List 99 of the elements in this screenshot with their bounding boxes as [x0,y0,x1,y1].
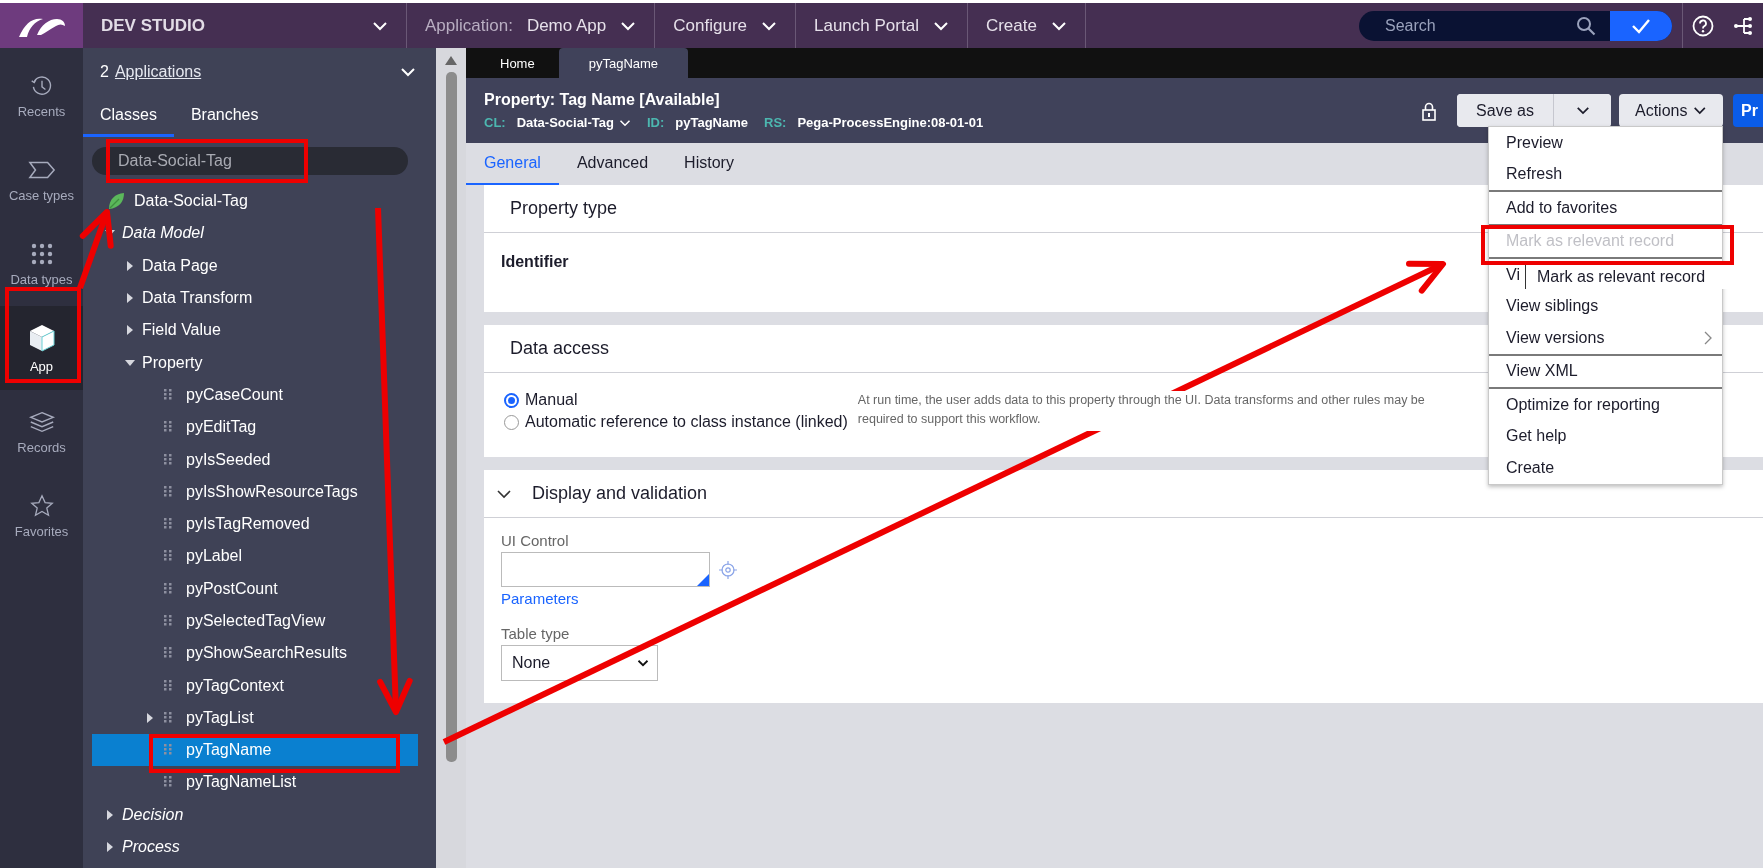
tree-item[interactable]: pyShowSearchResults [92,637,418,670]
rail-item[interactable]: Favorites [0,474,83,558]
meta-value: Pega-ProcessEngine:08-01-01 [797,115,984,130]
drag-handle-icon [164,743,172,758]
chevron-down-icon [761,20,777,31]
resize-corner-icon [697,574,709,586]
chevron-down-icon [1575,106,1590,115]
lock-icon [1421,100,1437,121]
explorer-tab[interactable]: Classes [83,95,174,137]
meta-value: Data-Social-Tag [516,115,631,130]
drag-handle-icon [164,387,172,402]
tree-item[interactable]: Field Value [92,314,418,347]
drag-handle-icon [164,484,172,499]
field-label: Table type [501,625,570,642]
input-field[interactable] [501,552,710,587]
menu-item[interactable]: Add to favorites [1489,192,1722,226]
scroll-up-icon[interactable] [443,54,459,66]
rail-item[interactable]: Records [0,390,83,474]
chevron-down-icon [932,20,949,31]
record-title: Property: Tag Name [Available] [484,91,721,109]
drag-handle-icon [164,710,172,725]
drag-handle-icon [164,646,172,661]
form-tab[interactable]: History [666,143,752,185]
tree-item[interactable]: Data Page [92,249,418,282]
drag-handle-icon [164,614,172,628]
actions-button[interactable]: Actions [1619,94,1723,127]
radio-label[interactable]: Automatic reference to class instance (linked) [525,413,848,431]
scrollbar-thumb[interactable] [445,72,457,762]
property-type-value: Identifier [501,253,569,270]
tree-item[interactable]: pyTagNameList [92,766,418,799]
menu-item[interactable]: Create [1489,452,1722,484]
rail-item[interactable]: Case types [0,138,83,222]
section-title: Display and validation [532,483,708,504]
field-label: UI Control [501,532,569,549]
tree-item[interactable]: pyPostCount [92,572,418,605]
meta-key: CL: [484,115,506,130]
search-go-button[interactable] [1610,10,1672,41]
chevron-down-icon [1693,106,1707,115]
class-field[interactable]: Data-Social-Tag [92,147,408,175]
drag-handle-icon [164,549,172,564]
check-icon [1631,17,1651,34]
drag-handle-icon [164,420,172,435]
tree-item[interactable]: pyLabel [92,540,418,573]
rail-item[interactable]: Recents [0,54,83,138]
menu-item[interactable]: View versions [1489,322,1722,356]
chevron-down-icon [618,118,631,127]
tree-item[interactable]: pyTagContext [92,669,418,702]
chevron-down-icon [637,659,649,667]
hierarchy-icon[interactable] [1732,14,1754,37]
applications-link[interactable]: Applications [114,62,202,81]
tree-item[interactable]: pyCaseCount [92,378,418,412]
document-tab[interactable]: Home [476,48,559,78]
drag-handle-icon [164,452,172,467]
search-field[interactable]: Search [1359,15,1576,36]
parameters-link[interactable]: Parameters [501,590,579,607]
table-type-select[interactable]: None [501,645,658,681]
tree-item[interactable]: pyEditTag [92,411,418,444]
radio-button[interactable] [504,414,519,430]
drag-handle-icon [164,517,172,532]
meta-key: ID: [646,115,665,130]
tree-item[interactable]: pyIsTagRemoved [92,507,418,541]
drag-handle-icon [164,581,172,596]
tree-item[interactable]: pyIsShowResourceTags [92,475,418,508]
meta-key: RS: [764,115,787,130]
explorer-tab[interactable]: Branches [173,95,276,137]
search-box[interactable]: Search [1359,10,1672,41]
radio-button[interactable] [504,392,519,408]
chevron-down-icon [620,20,637,31]
radio-label[interactable]: Manual [525,391,578,409]
menu-item[interactable]: Optimize for reporting [1489,389,1722,421]
tree-item[interactable]: Decision [92,798,418,831]
tree-item[interactable]: Data Transform [92,281,418,315]
tree-item[interactable]: pyTagList [92,701,418,735]
rail-item[interactable]: Data types [0,222,83,306]
drag-handle-icon [164,678,172,693]
meta-value: pyTagName [675,115,749,130]
tree-item[interactable]: pyIsSeeded [92,443,418,476]
menu-item[interactable]: View siblings [1489,290,1722,322]
layers-icon [27,409,56,434]
menu-item[interactable]: Get help [1489,420,1722,452]
drag-handle-icon [164,775,172,790]
tree-item[interactable]: Data-Social-Tag [92,185,418,218]
chevron-down-icon [400,66,416,77]
form-tab[interactable]: Advanced [558,143,667,185]
tree-item[interactable]: pySelectedTagView [92,604,418,638]
primary-button[interactable]: Pr [1733,94,1763,127]
document-tab[interactable]: pyTagName [558,48,689,78]
tree-item[interactable]: Process [92,830,418,864]
help-icon[interactable] [1692,14,1714,37]
search-icon[interactable] [1576,15,1596,36]
menu-item[interactable]: Preview [1489,127,1722,159]
leaf-icon [106,191,126,212]
application-count: 2 [100,62,109,81]
chevron-down-icon [372,20,388,31]
menu-item[interactable]: View XML [1489,355,1722,389]
menu-item[interactable]: Refresh [1489,158,1722,192]
collapse-chevron-icon[interactable] [496,488,512,499]
chevron-down-icon [1050,20,1067,31]
tree-item[interactable]: Property [92,346,418,379]
